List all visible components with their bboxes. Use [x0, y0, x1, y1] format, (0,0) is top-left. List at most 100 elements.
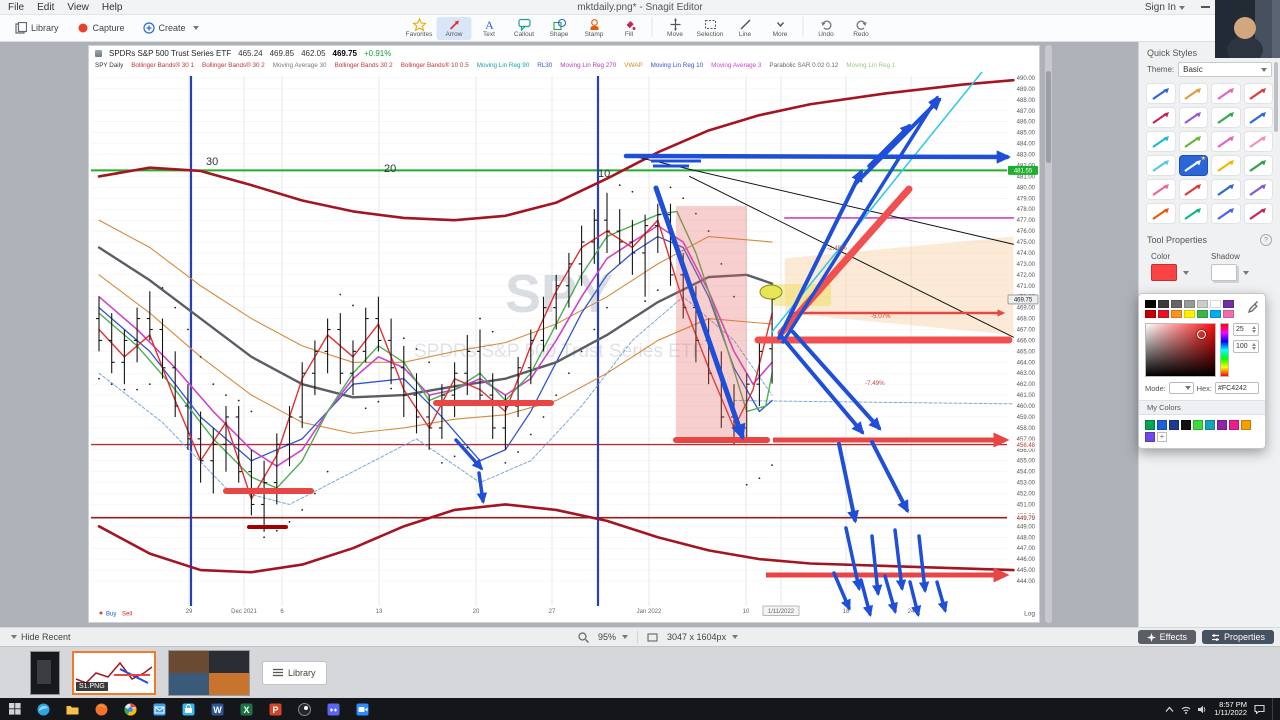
tool-shape[interactable]: Shape — [542, 17, 577, 40]
panel-scrollbar[interactable] — [1274, 62, 1278, 132]
menu-edit[interactable]: Edit — [37, 2, 54, 13]
quick-style-swatch[interactable] — [1147, 156, 1175, 175]
preset-color[interactable] — [1210, 300, 1221, 308]
capture-button[interactable]: Capture — [70, 19, 132, 37]
canvas-workspace[interactable]: SPDRs S&P 500 Trust Series ETF 465.24 46… — [0, 42, 1280, 628]
quick-style-swatch[interactable] — [1179, 108, 1207, 127]
color-swatch[interactable] — [1151, 264, 1177, 281]
add-color-button[interactable]: + — [1157, 432, 1167, 442]
preset-color[interactable] — [1223, 300, 1234, 308]
quick-style-swatch[interactable] — [1244, 108, 1272, 127]
indicator-label[interactable]: Moving Lin Reg 10 — [651, 62, 704, 69]
quick-style-swatch[interactable] — [1212, 132, 1240, 151]
obs-icon[interactable] — [290, 698, 319, 720]
indicator-label[interactable]: Moving Lin Reg 1 — [846, 62, 895, 69]
saturation-gradient[interactable] — [1145, 323, 1217, 377]
explorer-icon[interactable] — [58, 698, 87, 720]
menu-view[interactable]: View — [67, 2, 89, 13]
capture-thumbnail-selected[interactable]: S1.PNG — [72, 650, 156, 695]
my-color-swatch[interactable] — [1193, 420, 1203, 430]
indicator-label[interactable]: Moving Lin Reg 270 — [560, 62, 616, 69]
chart-plot[interactable]: SPYSPDRs S&P 500 Trust Series ETF 30 20 10 -… — [89, 70, 1039, 622]
quick-style-selected[interactable]: ★ — [1179, 156, 1207, 175]
quick-style-swatch[interactable] — [1244, 84, 1272, 103]
preset-color[interactable] — [1145, 300, 1156, 308]
quick-style-swatch[interactable] — [1244, 132, 1272, 151]
quick-style-swatch[interactable] — [1147, 204, 1175, 223]
indicator-label[interactable]: Bollinger Bands® 30 1 — [131, 62, 194, 69]
quick-style-swatch[interactable] — [1212, 156, 1240, 175]
my-color-swatch[interactable] — [1181, 420, 1191, 430]
tray-library-button[interactable]: Library — [262, 660, 327, 685]
indicator-label[interactable]: Parabolic SAR 0.02 0.12 — [769, 62, 838, 69]
indicator-label[interactable]: RL30 — [537, 62, 552, 69]
start-button[interactable] — [0, 698, 29, 720]
word-icon[interactable]: W — [203, 698, 232, 720]
tool-favorites[interactable]: Favorites — [402, 17, 437, 40]
library-button[interactable]: Library — [8, 19, 66, 37]
tool-stamp[interactable]: Stamp — [577, 17, 612, 40]
quick-style-swatch[interactable] — [1147, 132, 1175, 151]
quick-style-swatch[interactable] — [1179, 204, 1207, 223]
quick-style-swatch[interactable] — [1212, 108, 1240, 127]
shadow-swatch[interactable] — [1211, 264, 1237, 281]
hide-recent-button[interactable]: Hide Recent — [0, 632, 71, 642]
preset-color[interactable] — [1171, 300, 1182, 308]
quick-style-swatch[interactable] — [1179, 132, 1207, 151]
chrome-icon[interactable] — [116, 698, 145, 720]
quick-style-swatch[interactable] — [1212, 180, 1240, 199]
quick-style-swatch[interactable] — [1212, 204, 1240, 223]
hue-slider[interactable] — [1220, 323, 1229, 377]
tool-arrow[interactable]: Arrow — [436, 16, 472, 40]
vertical-scrollbar[interactable] — [1045, 45, 1052, 623]
store-icon[interactable] — [174, 698, 203, 720]
undo-button[interactable]: Undo — [809, 17, 844, 40]
quick-style-swatch[interactable] — [1212, 84, 1240, 103]
preset-color[interactable] — [1197, 310, 1208, 318]
tray-expand-icon[interactable] — [1165, 706, 1174, 713]
my-color-swatch[interactable] — [1217, 420, 1227, 430]
preset-color[interactable] — [1158, 300, 1169, 308]
edge-icon[interactable] — [29, 698, 58, 720]
preset-color[interactable] — [1145, 310, 1156, 318]
help-icon[interactable]: ? — [1260, 234, 1272, 246]
my-color-swatch[interactable] — [1157, 420, 1167, 430]
action-center-icon[interactable] — [1254, 704, 1265, 714]
quick-style-swatch[interactable] — [1147, 108, 1175, 127]
indicator-label[interactable]: Moving Average 3 — [711, 62, 761, 69]
my-color-swatch[interactable] — [1241, 420, 1251, 430]
discord-icon[interactable] — [319, 698, 348, 720]
scrollbar-thumb[interactable] — [1046, 71, 1051, 163]
quick-style-swatch[interactable] — [1147, 84, 1175, 103]
my-color-swatch[interactable] — [1169, 420, 1179, 430]
capture-thumbnail[interactable] — [30, 650, 60, 695]
volume-icon[interactable] — [1198, 705, 1207, 714]
properties-button[interactable]: Properties — [1201, 630, 1274, 644]
capture-thumbnail[interactable] — [168, 649, 250, 696]
preset-color[interactable] — [1171, 310, 1182, 318]
preset-color[interactable] — [1197, 300, 1208, 308]
my-color-swatch[interactable] — [1145, 432, 1155, 442]
indicator-label[interactable]: Bollinger Bands 30 2 — [335, 62, 393, 69]
width-stepper[interactable]: 25 — [1233, 323, 1259, 336]
preset-color[interactable] — [1210, 310, 1221, 318]
mode-select[interactable] — [1168, 382, 1194, 394]
preset-color[interactable] — [1158, 310, 1169, 318]
preset-color[interactable] — [1223, 310, 1234, 318]
powerpoint-icon[interactable]: P — [261, 698, 290, 720]
redo-button[interactable]: Redo — [844, 17, 879, 40]
excel-icon[interactable]: X — [232, 698, 261, 720]
indicator-label[interactable]: Bollinger Bands® 30 2 — [202, 62, 265, 69]
eyedropper-icon[interactable] — [1247, 300, 1259, 314]
minimize-button[interactable] — [1201, 6, 1210, 8]
indicator-label[interactable]: Bollinger Bands® 10 0.5 — [401, 62, 469, 69]
menu-help[interactable]: Help — [102, 2, 123, 13]
firefox-icon[interactable] — [87, 698, 116, 720]
tool-more[interactable]: More — [763, 17, 798, 40]
show-desktop-button[interactable] — [1272, 698, 1277, 720]
preset-color[interactable] — [1184, 300, 1195, 308]
effects-button[interactable]: Effects — [1137, 630, 1196, 644]
quick-style-swatch[interactable] — [1244, 204, 1272, 223]
wifi-icon[interactable] — [1181, 705, 1191, 714]
create-button[interactable]: Create — [136, 19, 206, 37]
